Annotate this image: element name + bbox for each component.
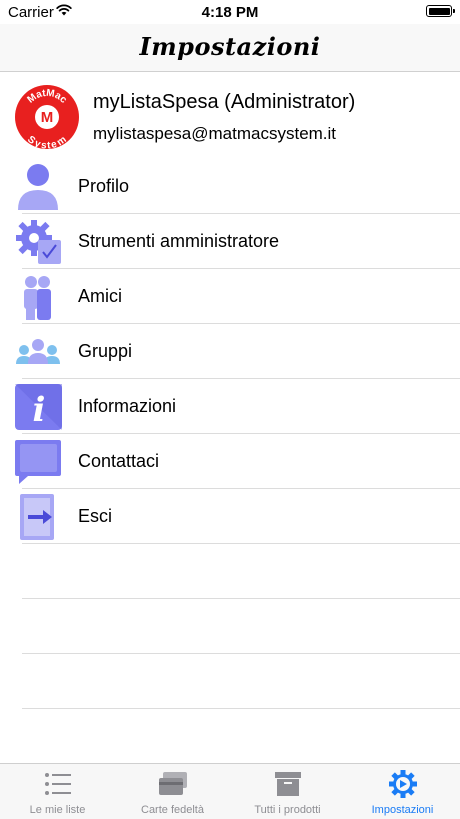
user-header: M MatMac System myListaSpesa (Administra… [0, 72, 460, 158]
tab-label: Impostazioni [371, 804, 434, 816]
info-icon: i [15, 384, 62, 430]
tab-carte-fedelta[interactable]: Carte fedeltà [115, 764, 230, 819]
tab-label: Le mie liste [29, 804, 86, 816]
menu-item-gruppi[interactable]: Gruppi [0, 324, 460, 379]
empty-row [0, 599, 460, 654]
menu-item-label: Profilo [78, 176, 130, 196]
cards-icon [158, 772, 187, 795]
menu-item-contattaci[interactable]: Contattaci [0, 434, 460, 489]
settings-menu: Profilo Strumenti amministratore Amici G… [0, 159, 460, 709]
page-title: Impostazioni [139, 32, 321, 61]
chat-bubble-icon [15, 440, 61, 484]
tab-le-mie-liste[interactable]: Le mie liste [0, 764, 115, 819]
menu-item-label: Gruppi [78, 341, 133, 361]
tab-impostazioni[interactable]: Impostazioni [345, 764, 460, 819]
logout-icon [20, 494, 54, 540]
svg-text:M: M [41, 109, 54, 126]
gear-icon [388, 770, 417, 798]
admin-tools-icon [16, 220, 61, 264]
svg-text:i: i [33, 390, 46, 430]
menu-item-label: Amici [78, 286, 122, 306]
menu-item-esci[interactable]: Esci [0, 489, 460, 544]
list-icon [44, 773, 71, 795]
person-icon [18, 164, 58, 210]
menu-item-profilo[interactable]: Profilo [0, 159, 460, 214]
menu-item-strumenti-amministratore[interactable]: Strumenti amministratore [0, 214, 460, 269]
groups-icon [16, 339, 60, 364]
box-icon [274, 772, 301, 796]
empty-row [0, 544, 460, 599]
tab-label: Tutti i prodotti [254, 804, 321, 816]
menu-item-label: Esci [78, 506, 113, 526]
empty-row [0, 654, 460, 709]
menu-item-amici[interactable]: Amici [0, 269, 460, 324]
status-bar: Carrier 4:18 PM [0, 0, 460, 24]
navigation-bar: Impostazioni [0, 24, 460, 72]
tab-label: Carte fedeltà [141, 804, 204, 816]
user-email: mylistaspesa@matmacsystem.it [93, 124, 337, 143]
clock: 4:18 PM [201, 4, 259, 21]
tab-tutti-i-prodotti[interactable]: Tutti i prodotti [230, 764, 345, 819]
battery-icon [426, 5, 455, 17]
menu-item-informazioni[interactable]: i Informazioni [0, 379, 460, 434]
menu-item-label: Informazioni [78, 396, 177, 416]
tab-bar: Le mie liste Carte fedeltà Tutti i prodo… [0, 763, 460, 819]
menu-item-label: Strumenti amministratore [78, 231, 280, 251]
matmac-logo: M MatMac System [15, 85, 79, 150]
user-name: myListaSpesa (Administrator) [93, 91, 356, 113]
friends-icon [24, 276, 51, 320]
menu-item-label: Contattaci [78, 451, 160, 471]
